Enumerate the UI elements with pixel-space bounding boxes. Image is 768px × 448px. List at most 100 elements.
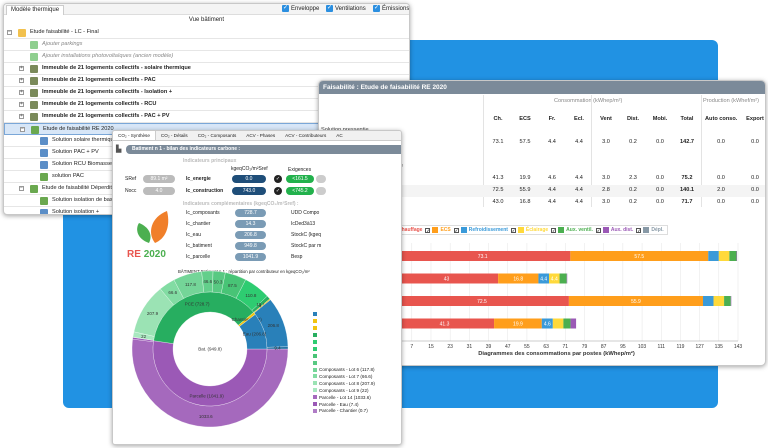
bar-value-label: 4.4 — [551, 277, 558, 283]
checkbox-label: Émissions — [382, 5, 410, 12]
legend-item[interactable]: Parcelle - Lot 14 (1033.6) — [313, 394, 375, 401]
expand-icon[interactable]: + — [19, 90, 24, 95]
legend-item[interactable]: Composants - Lot 9 (22) — [313, 387, 375, 394]
donut-label: 1033.6 — [199, 414, 213, 419]
indicator-side-label: IcDed3à13 — [291, 221, 316, 227]
legend-item[interactable] — [313, 325, 375, 332]
bar-segment[interactable] — [570, 318, 577, 329]
collapse-icon[interactable]: − — [20, 127, 25, 132]
tree-item-label: Solution RCU Biomasse — [52, 161, 113, 167]
x-tick-label: 119 — [676, 344, 684, 350]
tab-modele-thermique[interactable]: Modèle thermique — [6, 5, 65, 15]
donut-label: 22 — [141, 334, 147, 339]
feasibility-icon — [31, 126, 39, 134]
x-tick-label: 63 — [543, 344, 549, 350]
expand-icon[interactable]: + — [19, 66, 24, 71]
check-icon: ✓ — [373, 5, 380, 12]
legend-item[interactable]: Composants - Lot 8 (207.9) — [313, 380, 375, 387]
bar-segment[interactable] — [559, 273, 567, 284]
building-icon — [30, 113, 38, 121]
solution-icon — [40, 209, 48, 214]
indicator-value: 728.7 — [235, 209, 266, 217]
bar-segment[interactable] — [702, 296, 714, 306]
legend-item[interactable]: Composants - Lot 7 (66.6) — [313, 373, 375, 380]
x-tick-label: 15 — [428, 344, 434, 350]
bar-segment[interactable] — [552, 318, 564, 329]
indicator-label: Ic_batiment — [186, 243, 212, 249]
legend-item[interactable]: Parcelle - Chantier (0.7) — [313, 407, 375, 414]
indicator-label: Ic_parcelle — [186, 254, 211, 260]
x-tick-label: 47 — [505, 344, 511, 350]
donut-label: 87.5 — [228, 283, 237, 288]
bar-value-label: 41.3 — [440, 322, 450, 328]
x-tick-label: 135 — [715, 344, 724, 350]
collapse-icon[interactable]: − — [7, 30, 12, 35]
donut-label: 9.4 — [274, 345, 281, 350]
donut-legend: Composants - Lot 6 (117.8) Composants - L… — [313, 311, 375, 414]
legend-label: Composants - Lot 7 (66.6) — [319, 373, 373, 379]
donut-label: 207.9 — [147, 311, 159, 316]
checkbox-emissions[interactable]: ✓ Émissions — [373, 5, 409, 12]
bar-segment[interactable] — [713, 296, 725, 306]
legend-item[interactable]: Parcelle - Eau (7.4) — [313, 401, 375, 408]
solution-icon — [40, 137, 48, 145]
bar-value-label: 19.9 — [513, 322, 523, 328]
legend-swatch — [313, 367, 317, 372]
expand-icon[interactable]: + — [19, 114, 24, 119]
x-tick-label: 7 — [410, 344, 413, 350]
checkbox-enveloppe[interactable]: ✓ Enveloppe — [282, 5, 319, 12]
solution-main-icon — [40, 197, 48, 205]
check-circle-icon: ✓ — [274, 187, 282, 195]
requirement-value: <745.2 — [286, 187, 314, 195]
tree-item[interactable]: − Etude faisabilité - LC - Final — [4, 27, 409, 39]
bar-value-label: 57.5 — [634, 254, 644, 260]
tree-item-label: solution PAC — [52, 173, 84, 179]
indicator-label: Ic_energie — [186, 176, 211, 182]
building-icon — [30, 101, 38, 109]
donut-center-label: Bat. (949.8) — [198, 347, 222, 352]
legend-item[interactable] — [313, 345, 375, 352]
legend-item[interactable] — [313, 359, 375, 366]
requirement-extra — [316, 175, 326, 183]
legend-item[interactable] — [313, 318, 375, 325]
study-icon — [18, 29, 26, 37]
bar-segment[interactable] — [708, 251, 719, 261]
x-tick-label: 111 — [657, 344, 665, 350]
x-tick-label: 87 — [601, 344, 607, 350]
tree-item[interactable]: Ajouter installations photovoltaïques (a… — [4, 51, 409, 63]
bar-segment[interactable] — [724, 296, 731, 306]
collapse-icon[interactable]: − — [19, 186, 24, 191]
bar-value-label: 4.6 — [544, 322, 551, 328]
indicator-value: 206.8 — [235, 231, 266, 239]
tree-item[interactable]: + Immeuble de 21 logements collectifs - s… — [4, 63, 409, 75]
tree-item-label: Etude de faisabilité RE 2020 — [43, 126, 114, 132]
add-icon — [30, 41, 38, 49]
legend-item[interactable] — [313, 339, 375, 346]
legend-item[interactable] — [313, 332, 375, 339]
donut-label: 50.3 — [214, 279, 223, 284]
tree-item[interactable]: Ajouter parkings — [4, 39, 409, 51]
tree-item-label: Etude de faisabilité Déperditions — [42, 185, 123, 191]
bar-value-label: 72.5 — [477, 299, 487, 305]
legend-item[interactable] — [313, 311, 375, 318]
expand-icon[interactable]: + — [19, 78, 24, 83]
indicator-label: Ic_chantier — [186, 221, 211, 227]
legend-swatch — [313, 353, 317, 358]
checkbox-ventilations[interactable]: ✓ Ventilations — [326, 5, 366, 12]
check-icon: ✓ — [326, 5, 333, 12]
requirement-extra — [316, 187, 326, 195]
legend-label: Composants - Lot 8 (207.9) — [319, 380, 375, 386]
bar-segment[interactable] — [718, 251, 730, 261]
expand-icon[interactable]: + — [19, 102, 24, 107]
legend-item[interactable] — [313, 352, 375, 359]
indicator-value: 1041.9 — [235, 253, 266, 261]
legend-item[interactable]: Composants - Lot 6 (117.8) — [313, 366, 375, 373]
indicator-side-label: UDD Compo — [291, 210, 320, 216]
bar-value-label: 55.9 — [631, 299, 641, 305]
tree-item-label: Etude faisabilité - LC - Final — [30, 29, 99, 35]
bar-segment[interactable] — [729, 251, 737, 261]
bar-segment[interactable] — [563, 318, 571, 329]
legend-label: Composants - Lot 9 (22) — [319, 387, 369, 393]
donut-label: Eau (206.8) — [243, 331, 267, 336]
tree-item-label: Solution isolation de base — [52, 197, 116, 203]
